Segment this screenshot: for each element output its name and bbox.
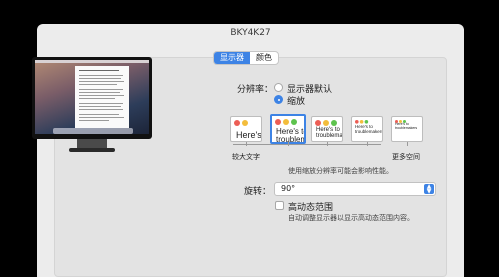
scale-tick	[407, 142, 408, 146]
radio-scaled[interactable]	[274, 95, 283, 104]
radio-default[interactable]	[274, 83, 283, 92]
document-window	[75, 66, 129, 128]
scale-option-5[interactable]: Here's to troublemakers	[391, 116, 423, 142]
hdr-checkbox[interactable]	[275, 201, 284, 210]
scale-5-text: Here's to troublemakers	[395, 122, 418, 130]
larger-text-label: 较大文字	[232, 153, 260, 161]
scale-1-text: Here's	[236, 130, 262, 140]
scale-tick	[246, 142, 247, 146]
monitor-bezel	[32, 57, 152, 139]
resolution-label: 分辨率：	[237, 85, 274, 95]
menu-bar	[35, 60, 149, 63]
monitor-stand	[77, 139, 107, 148]
scale-tick	[288, 142, 289, 146]
monitor-preview	[32, 57, 152, 157]
scale-tick	[327, 142, 328, 146]
scale-option-3[interactable]: Here's to troublemake	[311, 116, 343, 142]
updown-arrows-icon: ▲ ▼	[424, 184, 434, 195]
option-scaled-label[interactable]: 缩放	[287, 94, 305, 107]
scale-option-4[interactable]: Here's to troublemakers	[351, 116, 383, 142]
tab-display[interactable]: 显示器	[214, 52, 250, 64]
window-title: BKY4K27	[230, 28, 271, 38]
more-space-label: 更多空间	[392, 153, 420, 161]
scale-option-1[interactable]: Here's	[230, 116, 262, 142]
tab-color[interactable]: 颜色	[250, 52, 278, 64]
rotation-label: 旋转：	[244, 187, 272, 197]
rotation-value: 90°	[281, 184, 296, 193]
hdr-label[interactable]: 高动态范围	[288, 200, 333, 213]
scale-option-2[interactable]: Here's to troublem	[270, 114, 306, 144]
tab-bar: 显示器 颜色	[213, 51, 279, 65]
monitor-foot	[69, 148, 115, 152]
scale-track[interactable]	[233, 144, 381, 145]
hdr-hint: 自动调整显示器以显示高动态范围内容。	[288, 214, 414, 222]
dock	[53, 128, 133, 134]
scale-3-text: Here's to troublemake	[316, 127, 343, 140]
scaling-hint: 使用缩放分辨率可能会影响性能。	[288, 167, 393, 175]
scale-2-text: Here's to troublem	[276, 127, 306, 144]
scale-4-text: Here's to troublemakers	[355, 124, 383, 134]
rotation-select[interactable]: 90° ▲ ▼	[274, 182, 436, 196]
monitor-screen	[35, 60, 149, 134]
scale-tick	[367, 142, 368, 146]
